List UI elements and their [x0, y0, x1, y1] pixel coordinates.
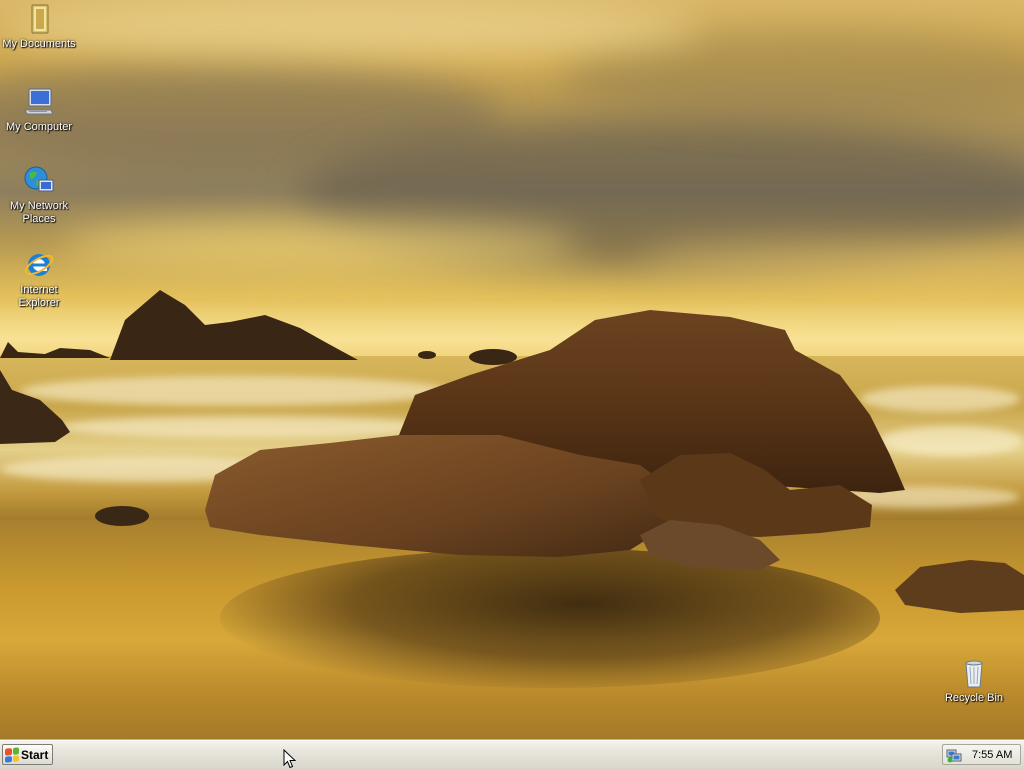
cloud [0, 0, 700, 60]
start-label: Start [21, 747, 49, 762]
desktop-icon-internet-explorer[interactable]: Internet Explorer [1, 249, 77, 310]
desktop-icon-my-network-places[interactable]: My Network Places [1, 165, 77, 226]
internet-explorer-icon [23, 249, 55, 281]
desktop-icon-label: My Computer [5, 121, 73, 133]
desktop-icon-label: My Documents [2, 38, 76, 50]
computer-icon [23, 86, 55, 118]
cloud [60, 220, 580, 270]
left-shore-rock [0, 370, 70, 444]
foreground-rocks [205, 310, 1024, 613]
small-beach-rock [95, 506, 149, 526]
cloud [640, 240, 1024, 280]
desktop-icon-label: Internet Explorer [18, 284, 60, 309]
network-status-icon[interactable] [946, 747, 962, 763]
taskbar: Start 7:55 AM [0, 740, 1024, 769]
desktop-icon-recycle-bin[interactable]: Recycle Bin [936, 657, 1012, 705]
mouse-pointer-icon [283, 749, 297, 769]
system-tray: 7:55 AM [942, 744, 1021, 765]
desktop-icon-my-documents[interactable]: My Documents [1, 3, 77, 51]
network-places-icon [23, 165, 55, 197]
desktop-icon-label: Recycle Bin [944, 692, 1004, 704]
clock[interactable]: 7:55 AM [972, 749, 1012, 761]
start-button[interactable]: Start [2, 744, 53, 765]
desktop-wallpaper: My Documents My Computer My Network Plac… [0, 0, 1024, 740]
desktop-icon-label: My Network Places [9, 200, 69, 225]
desktop-icon-my-computer[interactable]: My Computer [1, 86, 77, 134]
recycle-bin-icon [958, 657, 990, 689]
folder-documents-icon [23, 3, 55, 35]
windows-logo-icon [5, 746, 19, 763]
